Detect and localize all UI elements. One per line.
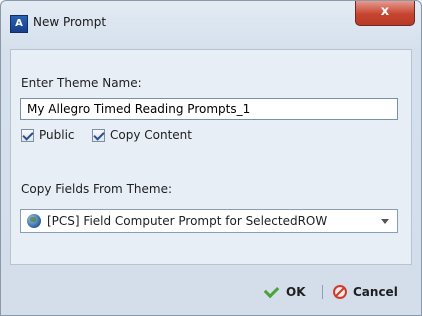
title-bar: A New Prompt x [1, 1, 421, 49]
cancel-icon [333, 285, 347, 299]
copy-content-checkbox[interactable] [92, 128, 105, 142]
chevron-down-icon[interactable] [381, 219, 389, 224]
ok-label: OK [286, 285, 306, 299]
copy-content-label: Copy Content [110, 128, 192, 142]
new-prompt-dialog: A New Prompt x Enter Theme Name: Public … [0, 0, 422, 316]
copy-fields-label: Copy Fields From Theme: [21, 182, 172, 196]
theme-name-input[interactable] [20, 98, 398, 120]
copy-fields-selected: [PCS] Field Computer Prompt for Selected… [47, 214, 328, 228]
copy-fields-dropdown[interactable]: [PCS] Field Computer Prompt for Selected… [20, 209, 398, 233]
ok-button[interactable]: OK [263, 282, 306, 301]
check-icon [263, 282, 280, 299]
window-title: New Prompt [33, 15, 107, 29]
button-separator [322, 285, 323, 299]
theme-name-label: Enter Theme Name: [21, 76, 142, 90]
app-icon: A [10, 15, 28, 33]
cancel-label: Cancel [353, 285, 398, 299]
copy-content-checkbox-row[interactable]: Copy Content [92, 127, 192, 143]
dialog-footer: OK Cancel [1, 263, 421, 315]
public-checkbox[interactable] [21, 128, 34, 142]
dialog-body: Enter Theme Name: Public Copy Content Co… [10, 49, 412, 265]
close-button[interactable]: x [355, 1, 415, 26]
public-label: Public [39, 128, 75, 142]
globe-icon [27, 214, 41, 228]
public-checkbox-row[interactable]: Public [21, 127, 75, 143]
cancel-button[interactable]: Cancel [333, 283, 398, 301]
